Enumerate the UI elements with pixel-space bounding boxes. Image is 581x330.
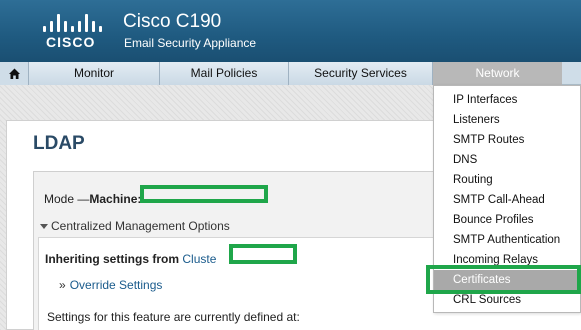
collapse-triangle-icon — [40, 224, 48, 229]
product-subtitle: Email Security Appliance — [124, 36, 257, 50]
product-name: Cisco C190 — [123, 11, 222, 32]
chevron-right-icon: » — [59, 278, 66, 292]
cisco-logo: CISCO — [40, 14, 104, 50]
menu-item-listeners[interactable]: Listeners — [434, 110, 580, 130]
cisco-logo-text: CISCO — [46, 34, 96, 50]
menu-item-smtp-call-ahead[interactable]: SMTP Call-Ahead — [434, 190, 580, 210]
cisco-logo-bars-icon — [40, 14, 104, 32]
mode-label: Mode — — [44, 192, 90, 206]
menu-item-dns[interactable]: DNS — [434, 150, 580, 170]
defined-at-text: Settings for this feature are currently … — [47, 310, 300, 324]
cluster-link[interactable]: Cluste — [182, 252, 216, 266]
mode-row: Mode —Machine: — [44, 192, 141, 206]
tab-network[interactable]: Network — [433, 62, 562, 85]
redaction-highlight-cluster — [229, 244, 297, 264]
app-header: CISCO Cisco C190 Email Security Applianc… — [0, 0, 581, 62]
menu-item-routing[interactable]: Routing — [434, 170, 580, 190]
menu-item-smtp-routes[interactable]: SMTP Routes — [434, 130, 580, 150]
menu-item-bounce-profiles[interactable]: Bounce Profiles — [434, 210, 580, 230]
centralized-management-toggle[interactable]: Centralized Management Options — [40, 219, 230, 233]
redaction-highlight-machine — [140, 185, 268, 203]
machine-label: Machine: — [89, 192, 142, 206]
inheriting-label: Inheriting settings from — [45, 252, 180, 266]
override-settings-label: Override Settings — [69, 278, 163, 292]
tab-mail-policies[interactable]: Mail Policies — [160, 62, 289, 85]
override-settings-link[interactable]: » Override Settings — [59, 278, 162, 292]
certificates-highlight-box — [426, 265, 581, 294]
inheriting-row: Inheriting settings from Cluste — [45, 252, 216, 266]
centralized-management-label: Centralized Management Options — [51, 219, 230, 233]
menu-item-ip-interfaces[interactable]: IP Interfaces — [434, 90, 580, 110]
tab-security-services[interactable]: Security Services — [289, 62, 433, 85]
page-title: LDAP — [33, 133, 85, 154]
main-nav: Monitor Mail Policies Security Services … — [0, 62, 581, 85]
home-button[interactable] — [0, 62, 29, 85]
menu-item-smtp-authentication[interactable]: SMTP Authentication — [434, 230, 580, 250]
tab-monitor[interactable]: Monitor — [29, 62, 160, 85]
home-icon — [9, 68, 20, 79]
